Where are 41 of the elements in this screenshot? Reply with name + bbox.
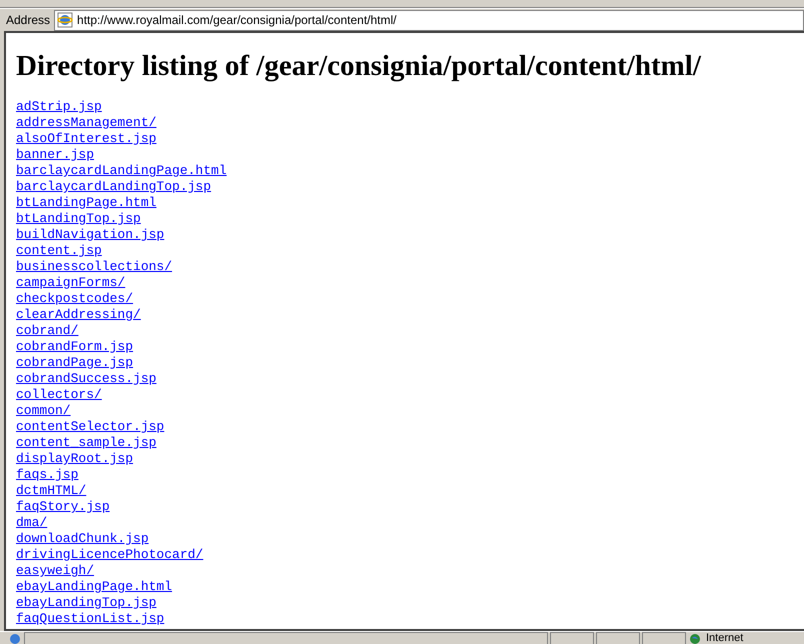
status-pane — [596, 632, 640, 644]
file-link[interactable]: downloadChunk.jsp — [16, 531, 149, 547]
file-link[interactable]: drivingLicencePhotocard/ — [16, 547, 204, 563]
file-link[interactable]: campaignForms/ — [16, 275, 126, 291]
file-link[interactable]: cobrandSuccess.jsp — [16, 371, 156, 387]
zone-label: Internet — [706, 632, 744, 644]
file-link[interactable]: common/ — [16, 403, 71, 419]
status-pane — [642, 632, 686, 644]
file-link[interactable]: collectors/ — [16, 387, 102, 403]
file-link[interactable]: cobrand/ — [16, 323, 78, 339]
file-link[interactable]: faqs.jsp — [16, 467, 78, 483]
file-link[interactable]: checkpostcodes/ — [16, 291, 134, 307]
file-link[interactable]: btLandingTop.jsp — [16, 211, 141, 227]
file-link[interactable]: ebayLandingPage.html — [16, 579, 172, 595]
file-link[interactable]: dma/ — [16, 515, 48, 531]
file-link[interactable]: adStrip.jsp — [16, 99, 102, 115]
status-pane — [550, 632, 594, 644]
file-link[interactable]: addressManagement/ — [16, 115, 156, 131]
address-field[interactable]: http://www.royalmail.com/gear/consignia/portal/content/html/ — [54, 10, 804, 30]
file-link[interactable]: btLandingPage.html — [16, 195, 156, 211]
file-link[interactable]: barclaycardLandingPage.html — [16, 163, 227, 179]
file-link[interactable]: faqQuestionList.jsp — [16, 611, 164, 627]
file-link[interactable]: faqStory.jsp — [16, 499, 110, 515]
file-link[interactable]: banner.jsp — [16, 147, 94, 163]
file-link[interactable]: contentSelector.jsp — [16, 419, 164, 435]
globe-icon — [688, 632, 702, 644]
file-link[interactable]: ebayLandingTop.jsp — [16, 595, 156, 611]
file-link[interactable]: alsoOfInterest.jsp — [16, 131, 156, 147]
file-link[interactable]: clearAddressing/ — [16, 307, 141, 323]
file-link[interactable]: cobrandForm.jsp — [16, 339, 134, 355]
file-link[interactable]: buildNavigation.jsp — [16, 227, 164, 243]
file-link[interactable]: easyweigh/ — [16, 563, 94, 579]
file-link[interactable]: displayRoot.jsp — [16, 451, 134, 467]
file-link[interactable]: businesscollections/ — [16, 259, 172, 275]
page-heading: Directory listing of /gear/consignia/portal/content/html/ — [16, 50, 702, 83]
file-link[interactable]: content.jsp — [16, 243, 102, 259]
file-link[interactable]: content_sample.jsp — [16, 435, 156, 451]
file-link[interactable]: cobrandPage.jsp — [16, 355, 134, 371]
file-link[interactable]: barclaycardLandingTop.jsp — [16, 179, 212, 195]
address-label: Address — [6, 13, 50, 27]
file-link[interactable]: dctmHTML/ — [16, 483, 86, 499]
